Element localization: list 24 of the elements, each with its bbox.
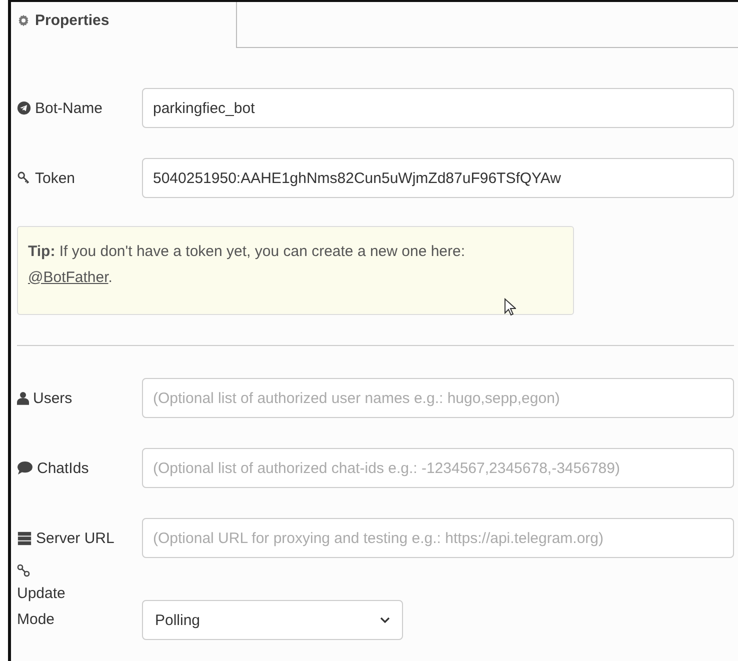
text-field[interactable]: (Optional list of authorized user names e.g.: hugo,sepp,egon) [142, 378, 734, 418]
field-label: Update Mode [17, 564, 97, 632]
field-label: ChatIds [17, 460, 142, 476]
text-field[interactable]: parkingfiec_bot [142, 88, 734, 128]
text-field[interactable]: (Optional URL for proxying and testing e.g.: https://api.telegram.org) [142, 518, 734, 558]
link-icon [17, 564, 30, 577]
cursor-icon [504, 298, 516, 316]
server-icon [17, 530, 32, 546]
update-mode-select[interactable]: Polling [142, 600, 403, 640]
field-label: Server URL [17, 530, 142, 546]
user-icon [17, 391, 29, 405]
text-field[interactable]: (Optional list of authorized chat-ids e.g.: -1234567,2345678,-3456789) [142, 448, 734, 488]
text-field[interactable]: 5040251950:AAHE1ghNms82Cun5uWjmZd87uF96TSfQYAw [142, 158, 734, 198]
botfather-link[interactable]: @BotFather [28, 268, 108, 286]
key-icon [17, 171, 31, 185]
paper-plane-icon [17, 101, 31, 115]
properties-tab[interactable]: Properties [11, 2, 236, 48]
field-label: Users [17, 390, 142, 406]
speech-bubble-icon [17, 461, 33, 475]
field-label: Token [17, 170, 142, 186]
gear-icon [17, 14, 30, 27]
field-label: Bot-Name [17, 100, 142, 116]
tip-text: Tip: If you don't have a token yet, you can create a new one here: @BotFather. [28, 242, 466, 288]
chevron-down-icon [380, 617, 390, 623]
